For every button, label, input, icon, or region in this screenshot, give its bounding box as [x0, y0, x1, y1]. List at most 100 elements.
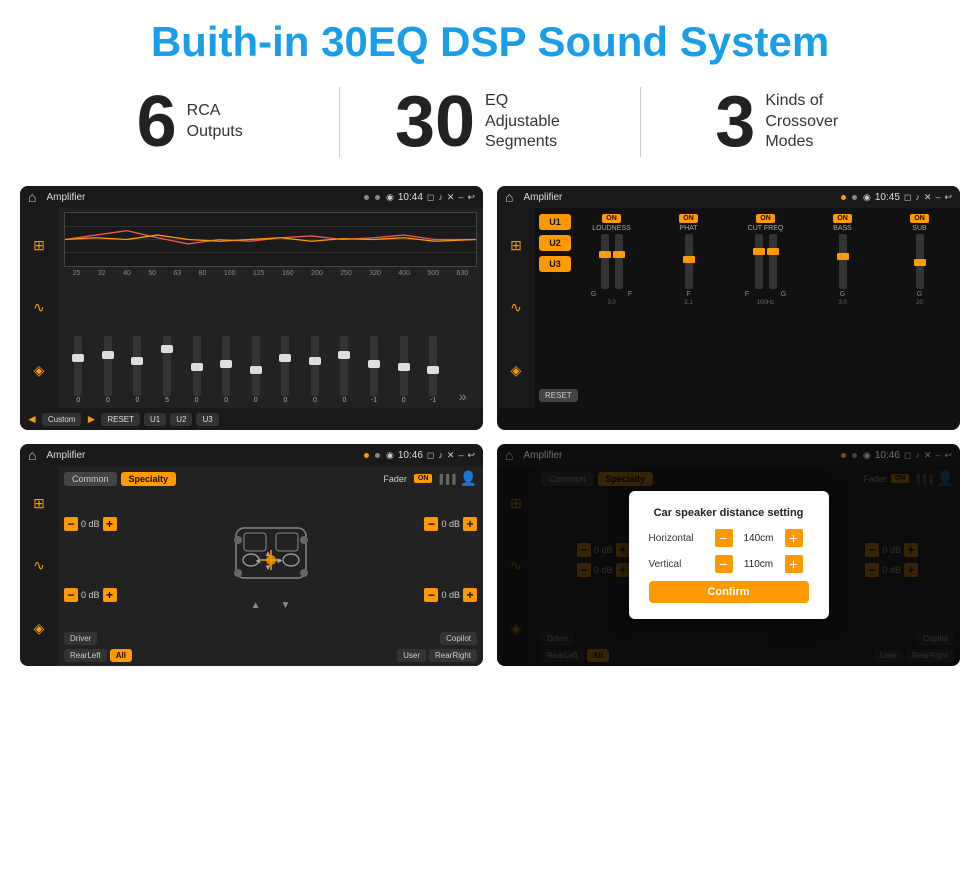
fader-minus-2[interactable]: − — [424, 517, 438, 531]
fader-minus-3[interactable]: − — [424, 588, 438, 602]
amp2-cutfreq-slider-l[interactable] — [755, 234, 763, 289]
fader-speaker-icon[interactable]: ◈ — [34, 620, 45, 637]
stat-eq-label2: Segments — [485, 132, 585, 153]
amp2-bass-on[interactable]: ON — [833, 214, 852, 223]
dialog-vertical-minus[interactable]: − — [715, 555, 733, 573]
fader-chevron-row: ▲ ▼ — [251, 600, 291, 611]
screen-dialog: ⌂ Amplifier ◉ 10:46 ◻ ♪ ✕ – ↩ ⊞ ∿ ◈ — [497, 444, 960, 666]
fader-driver-btn[interactable]: Driver — [64, 632, 97, 645]
fader-plus-0[interactable]: + — [103, 517, 117, 531]
stat-divider-2 — [640, 87, 641, 157]
eq-slider-6: 0 — [252, 336, 260, 404]
fader-footer2: RearLeft All User RearRight — [64, 649, 477, 662]
fader-user-btn[interactable]: User — [397, 649, 426, 662]
eq-home-icon[interactable]: ⌂ — [28, 189, 36, 205]
amp2-u1-btn[interactable]: U1 — [539, 214, 571, 230]
eq-slider-5: 0 — [222, 336, 230, 404]
stats-row: 6 RCA Outputs 30 EQ Adjustable Segments … — [0, 76, 980, 176]
eq-slider-7: 0 — [281, 336, 289, 404]
fader-db-val-2: 0 dB — [441, 519, 460, 529]
amp2-sub-on[interactable]: ON — [910, 214, 929, 223]
fader-minus-1[interactable]: − — [64, 588, 78, 602]
eq-vol-icon: ♪ — [438, 192, 443, 202]
eq-footer: ◄ Custom ► RESET U1 U2 U3 — [20, 408, 483, 430]
eq-prev-btn[interactable]: ◄ — [26, 412, 38, 426]
amp2-cutfreq-slider-r[interactable] — [769, 234, 777, 289]
fader-sidebar: ⊞ ∿ ◈ — [20, 466, 58, 666]
fader-plus-1[interactable]: + — [103, 588, 117, 602]
amp2-loudness-slider-l[interactable] — [601, 234, 609, 289]
eq-back-icon[interactable]: ↩ — [467, 192, 475, 203]
dialog-horizontal-minus[interactable]: − — [715, 529, 733, 547]
eq-x-icon: ✕ — [447, 192, 455, 203]
amp2-loudness-slider-r[interactable] — [615, 234, 623, 289]
eq-wave-icon[interactable]: ∿ — [33, 299, 45, 316]
dialog-vertical-plus[interactable]: + — [785, 555, 803, 573]
eq-slider-2: 0 — [133, 336, 141, 404]
eq-u3-btn[interactable]: U3 — [196, 413, 218, 426]
eq-freq-100: 100 — [224, 270, 236, 277]
amp2-back-icon[interactable]: ↩ — [944, 192, 952, 203]
eq-u2-btn[interactable]: U2 — [170, 413, 192, 426]
fader-screen-title: Amplifier — [46, 450, 358, 461]
fader-chevron-up[interactable]: ▲ — [251, 600, 261, 611]
fader-dot2 — [375, 453, 380, 458]
amp2-u3-btn[interactable]: U3 — [539, 256, 571, 272]
fader-all-btn[interactable]: All — [110, 649, 132, 662]
dialog-vertical-label: Vertical — [649, 559, 709, 570]
car-diagram-svg: ▲ ▼ ◄ ► — [216, 508, 326, 598]
eq-freq-500: 500 — [427, 270, 439, 277]
fader-plus-3[interactable]: + — [463, 588, 477, 602]
amp2-filter-icon[interactable]: ⊞ — [510, 237, 522, 254]
eq-freq-25: 25 — [73, 270, 81, 277]
amp2-cutfreq-on[interactable]: ON — [756, 214, 775, 223]
eq-reset-btn[interactable]: RESET — [101, 413, 140, 426]
fader-on-badge[interactable]: ON — [414, 474, 433, 483]
fader-wave-icon[interactable]: ∿ — [33, 557, 45, 574]
dialog-horizontal-plus[interactable]: + — [785, 529, 803, 547]
eq-slider-11: 0 — [400, 336, 408, 404]
fader-home-icon[interactable]: ⌂ — [28, 447, 36, 463]
eq-filter-icon[interactable]: ⊞ — [33, 237, 45, 254]
fader-tab-specialty[interactable]: Specialty — [121, 472, 177, 486]
confirm-button[interactable]: Confirm — [649, 581, 809, 603]
amp2-ch-cutfreq: ON CUT FREQ FG 100Hz — [729, 214, 802, 402]
amp2-min-icon: – — [935, 192, 940, 202]
fader-person-icon[interactable]: 👤 — [460, 470, 477, 487]
amp2-bass-slider[interactable] — [839, 234, 847, 289]
eq-cam-icon: ◻ — [427, 192, 434, 203]
amp2-loudness-on[interactable]: ON — [602, 214, 621, 223]
fader-minus-0[interactable]: − — [64, 517, 78, 531]
fader-tab-common[interactable]: Common — [64, 472, 117, 486]
fader-filter-icon[interactable]: ⊞ — [33, 495, 45, 512]
amp2-home-icon[interactable]: ⌂ — [505, 189, 513, 205]
fader-db-row-3: − 0 dB + — [424, 588, 477, 602]
fader-cam-icon: ◻ — [427, 450, 434, 461]
fader-back-icon[interactable]: ↩ — [467, 450, 475, 461]
eq-speaker-icon[interactable]: ◈ — [34, 362, 45, 379]
fader-db-row-0: − 0 dB + — [64, 517, 117, 531]
fader-rearright-btn[interactable]: RearRight — [429, 649, 477, 662]
amp2-wave-icon[interactable]: ∿ — [510, 299, 522, 316]
amp2-ch-phat: ON PHAT F 2.1 — [652, 214, 725, 402]
fader-chevron-down[interactable]: ▼ — [281, 600, 291, 611]
fader-copilot-btn[interactable]: Copilot — [440, 632, 477, 645]
eq-next-btn[interactable]: » — [459, 388, 467, 404]
fader-sliders-icon: ▐▐▐ — [436, 474, 455, 484]
amp2-reset-btn[interactable]: RESET — [539, 389, 578, 402]
screens-grid: ⌂ Amplifier ◉ 10:44 ◻ ♪ ✕ – ↩ ⊞ ∿ ◈ — [0, 176, 980, 686]
eq-play-btn[interactable]: ► — [85, 412, 97, 426]
amp2-speaker-icon[interactable]: ◈ — [511, 362, 522, 379]
amp2-sub-slider[interactable] — [916, 234, 924, 289]
stat-divider-1 — [339, 87, 340, 157]
amp2-phat-slider[interactable] — [685, 234, 693, 289]
amp2-presets-col: U1 U2 U3 RESET — [539, 214, 571, 402]
fader-rearleft-btn[interactable]: RearLeft — [64, 649, 107, 662]
eq-u1-btn[interactable]: U1 — [144, 413, 166, 426]
eq-dot2 — [375, 195, 380, 200]
fader-plus-2[interactable]: + — [463, 517, 477, 531]
stat-crossover-label2: Crossover Modes — [765, 112, 865, 154]
amp2-u2-btn[interactable]: U2 — [539, 235, 571, 251]
amp2-phat-on[interactable]: ON — [679, 214, 698, 223]
fader-top-row: Common Specialty Fader ON ▐▐▐ 👤 — [64, 470, 477, 487]
